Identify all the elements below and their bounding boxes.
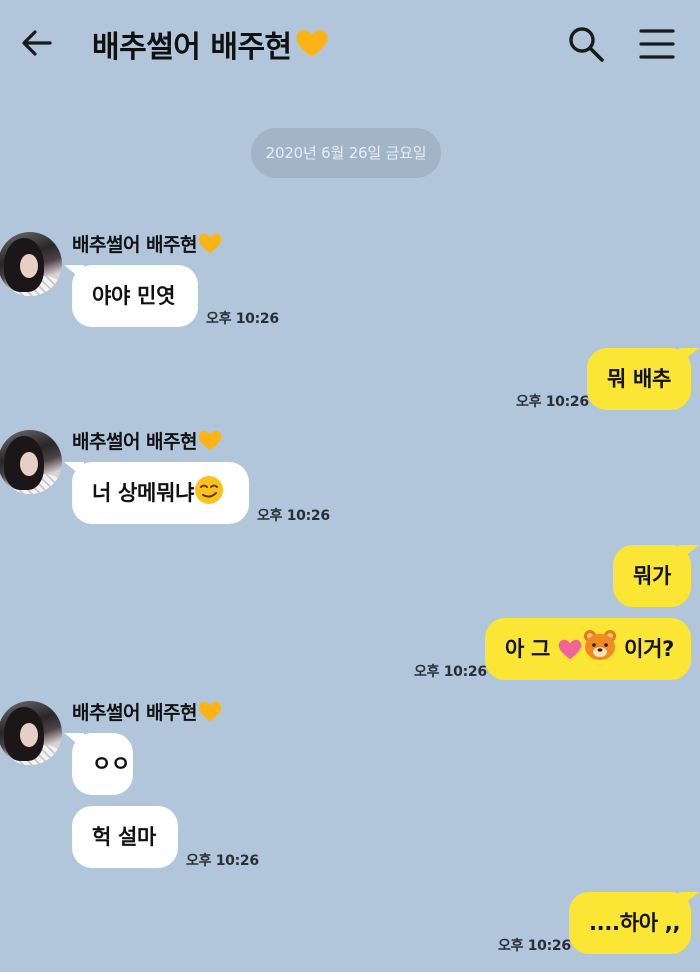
chat-title: 배추썰어 배주현 (92, 22, 330, 66)
yellow-heart-icon (198, 701, 222, 722)
outgoing-message-bubble[interactable]: 아 그 이거? (485, 618, 691, 680)
avatar[interactable] (0, 701, 62, 765)
message-timestamp: 오후 10:26 (516, 394, 589, 410)
incoming-message-bubble[interactable]: 너 상메뭐냐 (64, 462, 249, 524)
pink-heart-icon (558, 639, 582, 660)
incoming-message-bubble[interactable]: 야야 민엿 (64, 265, 198, 327)
yellow-heart-icon (198, 430, 222, 451)
smirk-emoji-icon (195, 476, 224, 504)
outgoing-message-bubble[interactable]: 뭐가 (613, 545, 699, 607)
sender-name-text: 배추썰어 배주현 (72, 234, 197, 256)
sender-name-text: 배추썰어 배주현 (72, 702, 197, 724)
sender-name: 배추썰어 배주현 (72, 230, 223, 257)
menu-icon[interactable] (638, 26, 676, 62)
yellow-heart-icon (296, 30, 328, 57)
date-divider: 2020년 6월 26일 금요일 (251, 128, 441, 178)
message-text: 헉 설마 (92, 825, 157, 849)
message-timestamp: 오후 10:26 (186, 853, 259, 869)
message-text: ....하아 ,, (589, 911, 681, 935)
message-text: 아 그 (505, 637, 551, 661)
chat-title-text: 배추썰어 배주현 (92, 30, 292, 65)
incoming-message-bubble[interactable]: 헉 설마 (72, 806, 178, 868)
yellow-heart-icon (198, 233, 222, 254)
message-text: 뭐가 (633, 564, 672, 588)
back-arrow-icon[interactable] (20, 26, 54, 60)
sender-name-text: 배추썰어 배주현 (72, 431, 197, 453)
chat-header: 배추썰어 배주현 (0, 0, 700, 90)
outgoing-message-bubble[interactable]: 뭐 배추 (587, 348, 699, 410)
incoming-message-bubble[interactable]: ㅇㅇ (64, 733, 133, 795)
message-timestamp: 오후 10:26 (257, 508, 330, 524)
message-timestamp: 오후 10:26 (498, 938, 571, 954)
avatar[interactable] (0, 430, 62, 494)
bear-face-icon (584, 630, 617, 660)
message-text: 너 상메뭐냐 (92, 481, 195, 505)
avatar[interactable] (0, 232, 62, 296)
message-text: 야야 민엿 (92, 284, 176, 308)
outgoing-message-bubble[interactable]: ....하아 ,, (569, 892, 699, 954)
sender-name: 배추썰어 배주현 (72, 698, 223, 725)
search-icon[interactable] (566, 24, 606, 64)
message-timestamp: 오후 10:26 (206, 311, 279, 327)
sender-name: 배추썰어 배주현 (72, 427, 223, 454)
message-text: 뭐 배추 (607, 367, 672, 391)
message-text: 이거? (624, 637, 675, 661)
message-timestamp: 오후 10:26 (414, 664, 487, 680)
message-text: ㅇㅇ (92, 752, 131, 776)
